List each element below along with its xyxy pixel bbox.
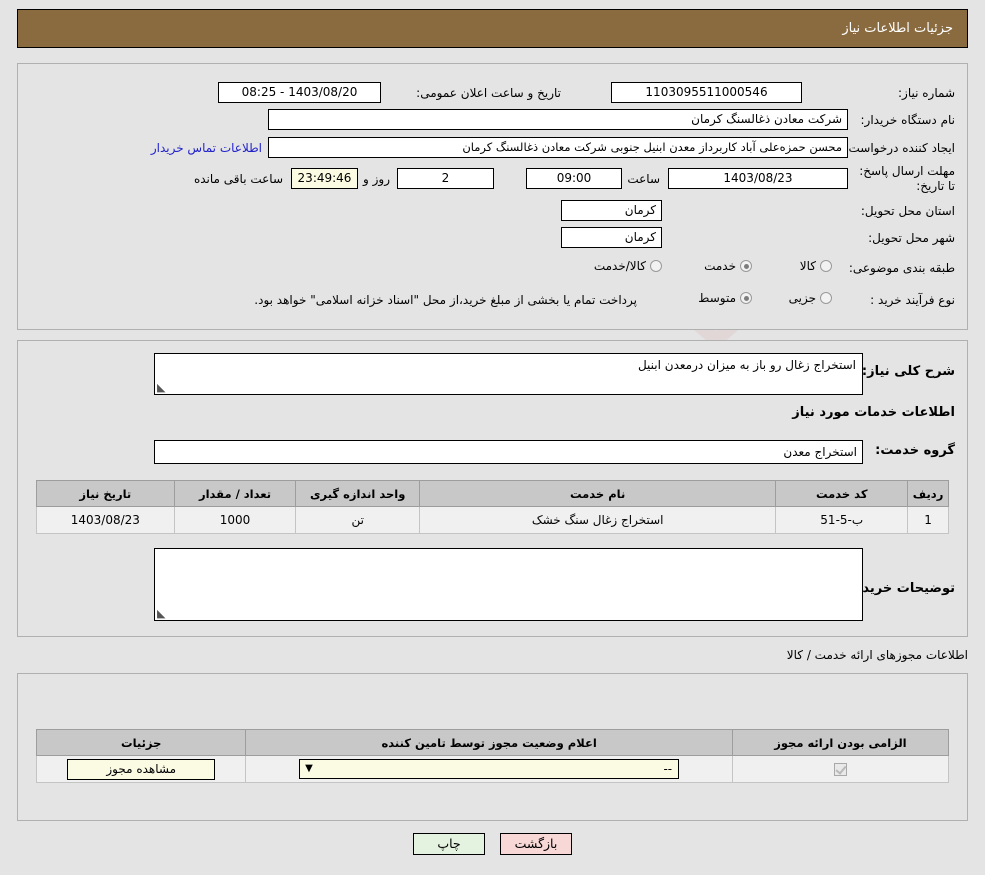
process-radio-motevaset[interactable]: متوسط [688, 291, 752, 305]
chevron-down-icon: ▼ [305, 763, 313, 774]
permits-table-header-row: الزامی بودن ارائه مجوز اعلام وضعیت مجوز … [35, 729, 950, 756]
need-number-label: شماره نیاز: [898, 86, 955, 100]
deadline-label: مهلت ارسال پاسخ: تا تاریخ: [859, 164, 955, 193]
deadline-time-value: 09:00 [526, 168, 622, 189]
radio-indicator-motevaset[interactable] [740, 292, 752, 304]
category-option-label-1: خدمت [704, 259, 736, 273]
resize-grip-icon[interactable]: ◢ [157, 381, 165, 394]
permits-col-detail: جزئیات [35, 729, 247, 756]
cell-service-name: استخراج زغال سنگ خشک [418, 506, 777, 534]
services-table-header-row: ردیف کد خدمت نام خدمت واحد اندازه گیری ت… [36, 480, 949, 507]
cell-permit-detail: مشاهده مجوز [35, 755, 247, 783]
public-announce-value: 1403/08/20 - 08:25 [218, 82, 381, 103]
service-group-value: استخراج معدن [154, 440, 863, 464]
province-value: کرمان [561, 200, 662, 221]
permits-section-title: اطلاعات مجوزهای ارائه خدمت / کالا [786, 648, 968, 662]
radio-indicator-kala[interactable] [820, 260, 832, 272]
public-announce-label: تاریخ و ساعت اعلان عمومی: [416, 86, 561, 100]
cell-service-code: ب-5-51 [775, 506, 909, 534]
process-radio-jozii[interactable]: جزیی [779, 291, 832, 305]
resize-grip-icon-2[interactable]: ◢ [157, 607, 165, 620]
services-col-row: ردیف [907, 480, 949, 507]
creator-value: محسن حمزه‌علی آباد کاربرداز معدن ابنیل ج… [268, 137, 848, 158]
category-option-label-0: کالا [799, 259, 816, 273]
cell-quantity: 1000 [173, 506, 297, 534]
cell-row-index: 1 [907, 506, 949, 534]
page-header: جزئیات اطلاعات نیاز [17, 9, 968, 48]
category-radio-kala-khadamat[interactable]: کالا/خدمت [584, 259, 662, 273]
permit-status-value: -- [663, 762, 673, 776]
service-group-label: گروه خدمت: [875, 443, 955, 458]
permits-table: الزامی بودن ارائه مجوز اعلام وضعیت مجوز … [35, 729, 950, 783]
category-radio-khadamat[interactable]: خدمت [694, 259, 752, 273]
permits-panel: الزامی بودن ارائه مجوز اعلام وضعیت مجوز … [17, 673, 968, 821]
services-heading: اطلاعات خدمات مورد نیاز [792, 405, 955, 420]
radio-indicator-khadamat[interactable] [740, 260, 752, 272]
general-desc-textarea[interactable]: استخراج زغال رو باز به میزان درمعدن ابنی… [154, 353, 863, 395]
countdown-suffix-label: ساعت باقی مانده [193, 172, 283, 186]
process-option-label-0: جزیی [788, 291, 816, 305]
cell-unit: تن [295, 506, 420, 534]
services-col-date: تاریخ نیاز [36, 480, 175, 507]
creator-label: ایجاد کننده درخواست: [844, 141, 955, 155]
buyer-notes-textarea[interactable]: ◢ [154, 548, 863, 621]
table-row: ▼ -- مشاهده مجوز [35, 755, 950, 783]
buyer-org-value: شرکت معادن ذغالسنگ کرمان [268, 109, 848, 130]
permit-required-checkbox [833, 763, 847, 776]
services-col-name: نام خدمت [418, 480, 777, 507]
buyer-contact-link[interactable]: اطلاعات تماس خریدار [151, 141, 262, 155]
page-title: جزئیات اطلاعات نیاز [842, 21, 953, 36]
province-label: استان محل تحویل: [860, 204, 955, 218]
category-label: طبقه بندی موضوعی: [848, 261, 955, 275]
need-number-value: 1103095511000546 [611, 82, 802, 103]
permits-col-status: اعلام وضعیت مجوز توسط تامین کننده [245, 729, 733, 756]
days-remaining-value: 2 [397, 168, 494, 189]
process-note: پرداخت تمام یا بخشی از مبلغ خرید،از محل … [254, 293, 637, 307]
countdown-timer: 23:49:46 [291, 168, 358, 189]
category-option-label-2: کالا/خدمت [593, 259, 646, 273]
city-value: کرمان [561, 227, 662, 248]
view-permit-button[interactable]: مشاهده مجوز [67, 758, 216, 780]
permits-col-required: الزامی بودن ارائه مجوز [731, 729, 950, 756]
buyer-org-label: نام دستگاه خریدار: [860, 113, 956, 127]
cell-need-date: 1403/08/23 [36, 506, 175, 534]
services-col-unit: واحد اندازه گیری [295, 480, 420, 507]
process-label: نوع فرآیند خرید : [870, 293, 955, 307]
cell-permit-status: ▼ -- [245, 755, 733, 783]
radio-indicator-kala-khadamat[interactable] [650, 260, 662, 272]
deadline-date-value: 1403/08/23 [668, 168, 848, 189]
deadline-hour-label: ساعت [627, 172, 660, 186]
process-option-label-1: متوسط [698, 291, 736, 305]
cell-permit-required [731, 755, 950, 783]
table-row: 1 ب-5-51 استخراج زغال سنگ خشک تن 1000 14… [36, 506, 949, 534]
radio-indicator-jozii[interactable] [820, 292, 832, 304]
services-col-code: کد خدمت [775, 480, 909, 507]
need-info-panel: شماره نیاز: 1103095511000546 تاریخ و ساع… [17, 63, 968, 330]
permit-status-select[interactable]: ▼ -- [299, 759, 680, 779]
city-label: شهر محل تحویل: [868, 231, 955, 245]
need-detail-panel: شرح کلی نیاز: استخراج زغال رو باز به میز… [17, 340, 968, 637]
category-radio-kala[interactable]: کالا [790, 259, 832, 273]
general-desc-value: استخراج زغال رو باز به میزان درمعدن ابنی… [637, 358, 856, 372]
general-desc-label: شرح کلی نیاز: [861, 364, 955, 379]
services-col-qty: تعداد / مقدار [173, 480, 297, 507]
services-table: ردیف کد خدمت نام خدمت واحد اندازه گیری ت… [36, 480, 949, 534]
footer-button-bar: بازگشت چاپ [0, 833, 985, 855]
days-word-label: روز و [363, 172, 390, 186]
print-button[interactable]: چاپ [413, 833, 485, 855]
back-button[interactable]: بازگشت [500, 833, 572, 855]
